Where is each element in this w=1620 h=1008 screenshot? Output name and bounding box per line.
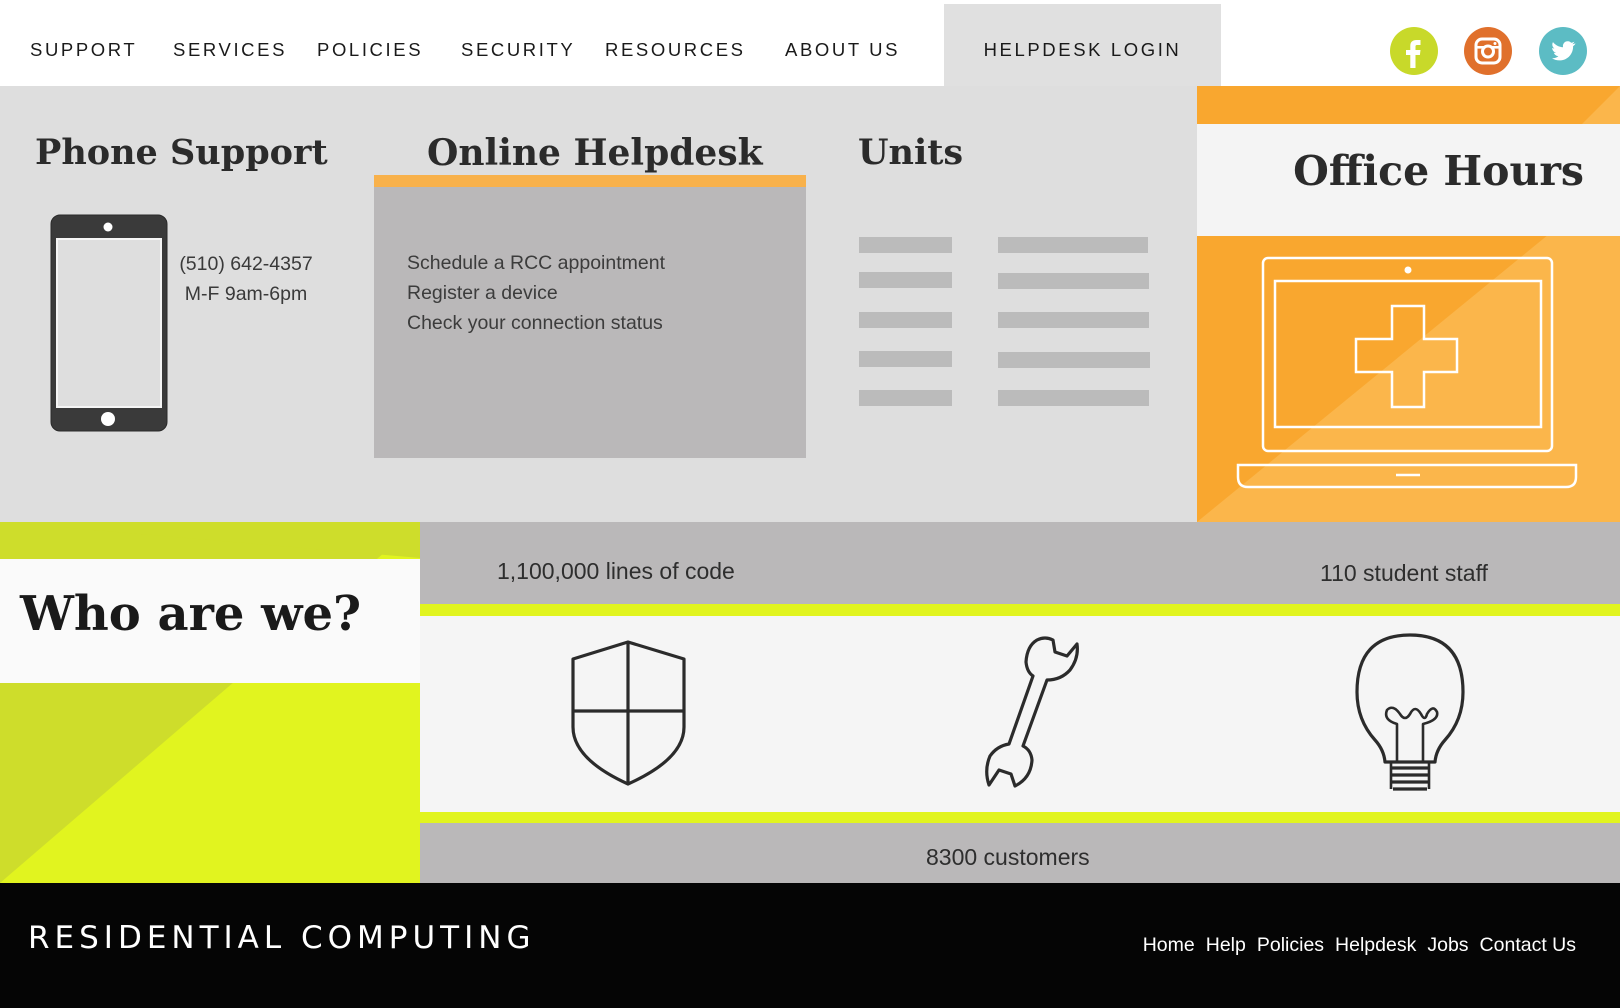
nav-services[interactable]: SERVICES bbox=[173, 4, 287, 86]
helpdesk-link-status[interactable]: Check your connection status bbox=[407, 312, 663, 335]
residential-computing-logo[interactable]: RESIDENTIAL COMPUTING bbox=[28, 920, 535, 956]
helpdesk-accent-bar bbox=[374, 175, 806, 187]
footer-link-helpdesk[interactable]: Helpdesk bbox=[1335, 934, 1416, 957]
unit-placeholder bbox=[998, 312, 1149, 328]
instagram-icon[interactable] bbox=[1464, 27, 1512, 75]
helpdesk-link-schedule[interactable]: Schedule a RCC appointment bbox=[407, 252, 665, 275]
nav-policies[interactable]: POLICIES bbox=[317, 4, 423, 86]
helpdesk-login-button[interactable]: HELPDESK LOGIN bbox=[944, 4, 1221, 86]
unit-placeholder bbox=[859, 312, 952, 328]
footer-link-help[interactable]: Help bbox=[1206, 934, 1246, 957]
phone-support-heading: Phone Support bbox=[35, 132, 328, 173]
nav-security[interactable]: SECURITY bbox=[461, 4, 575, 86]
stats-divider bbox=[420, 812, 1620, 823]
footer-link-contact-us[interactable]: Contact Us bbox=[1480, 934, 1576, 957]
unit-placeholder bbox=[998, 237, 1148, 253]
phone-contact: (510) 642-4357 M-F 9am-6pm bbox=[176, 249, 316, 309]
footer-link-home[interactable]: Home bbox=[1143, 934, 1195, 957]
footer-link-jobs[interactable]: Jobs bbox=[1427, 934, 1468, 957]
helpdesk-link-register[interactable]: Register a device bbox=[407, 282, 558, 305]
nav-support[interactable]: SUPPORT bbox=[30, 4, 137, 86]
phone-icon bbox=[50, 214, 168, 437]
unit-placeholder bbox=[998, 390, 1149, 406]
facebook-icon[interactable] bbox=[1390, 27, 1438, 75]
units-heading: Units bbox=[858, 132, 964, 173]
stats-divider bbox=[420, 604, 1620, 616]
stat-customers: 8300 customers bbox=[926, 844, 1090, 870]
unit-placeholder bbox=[859, 272, 952, 288]
office-hours-heading: Office Hours bbox=[1293, 147, 1584, 195]
stat-lines-of-code: 1,100,000 lines of code bbox=[497, 558, 735, 584]
footer-navigation: Home Help Policies Helpdesk Jobs Contact… bbox=[1143, 934, 1576, 957]
phone-hours: M-F 9am-6pm bbox=[184, 283, 308, 305]
wrench-icon bbox=[975, 632, 1085, 797]
unit-placeholder bbox=[998, 273, 1149, 289]
unit-placeholder bbox=[859, 390, 952, 406]
top-navigation: SUPPORT SERVICES POLICIES SECURITY RESOU… bbox=[0, 4, 1620, 86]
phone-number[interactable]: (510) 642-4357 bbox=[176, 249, 316, 279]
laptop-medical-icon bbox=[1236, 256, 1581, 496]
unit-placeholder bbox=[859, 237, 952, 253]
stat-student-staff: 110 student staff bbox=[1320, 560, 1488, 586]
shield-icon bbox=[570, 639, 687, 792]
footer-link-policies[interactable]: Policies bbox=[1257, 934, 1324, 957]
nav-about-us[interactable]: ABOUT US bbox=[785, 4, 900, 86]
online-helpdesk-heading: Online Helpdesk bbox=[427, 132, 763, 174]
twitter-icon[interactable] bbox=[1539, 27, 1587, 75]
nav-resources[interactable]: RESOURCES bbox=[605, 4, 746, 86]
lightbulb-icon bbox=[1353, 632, 1467, 799]
unit-placeholder bbox=[998, 352, 1150, 368]
unit-placeholder bbox=[859, 351, 952, 367]
who-are-we-heading: Who are we? bbox=[20, 586, 362, 642]
